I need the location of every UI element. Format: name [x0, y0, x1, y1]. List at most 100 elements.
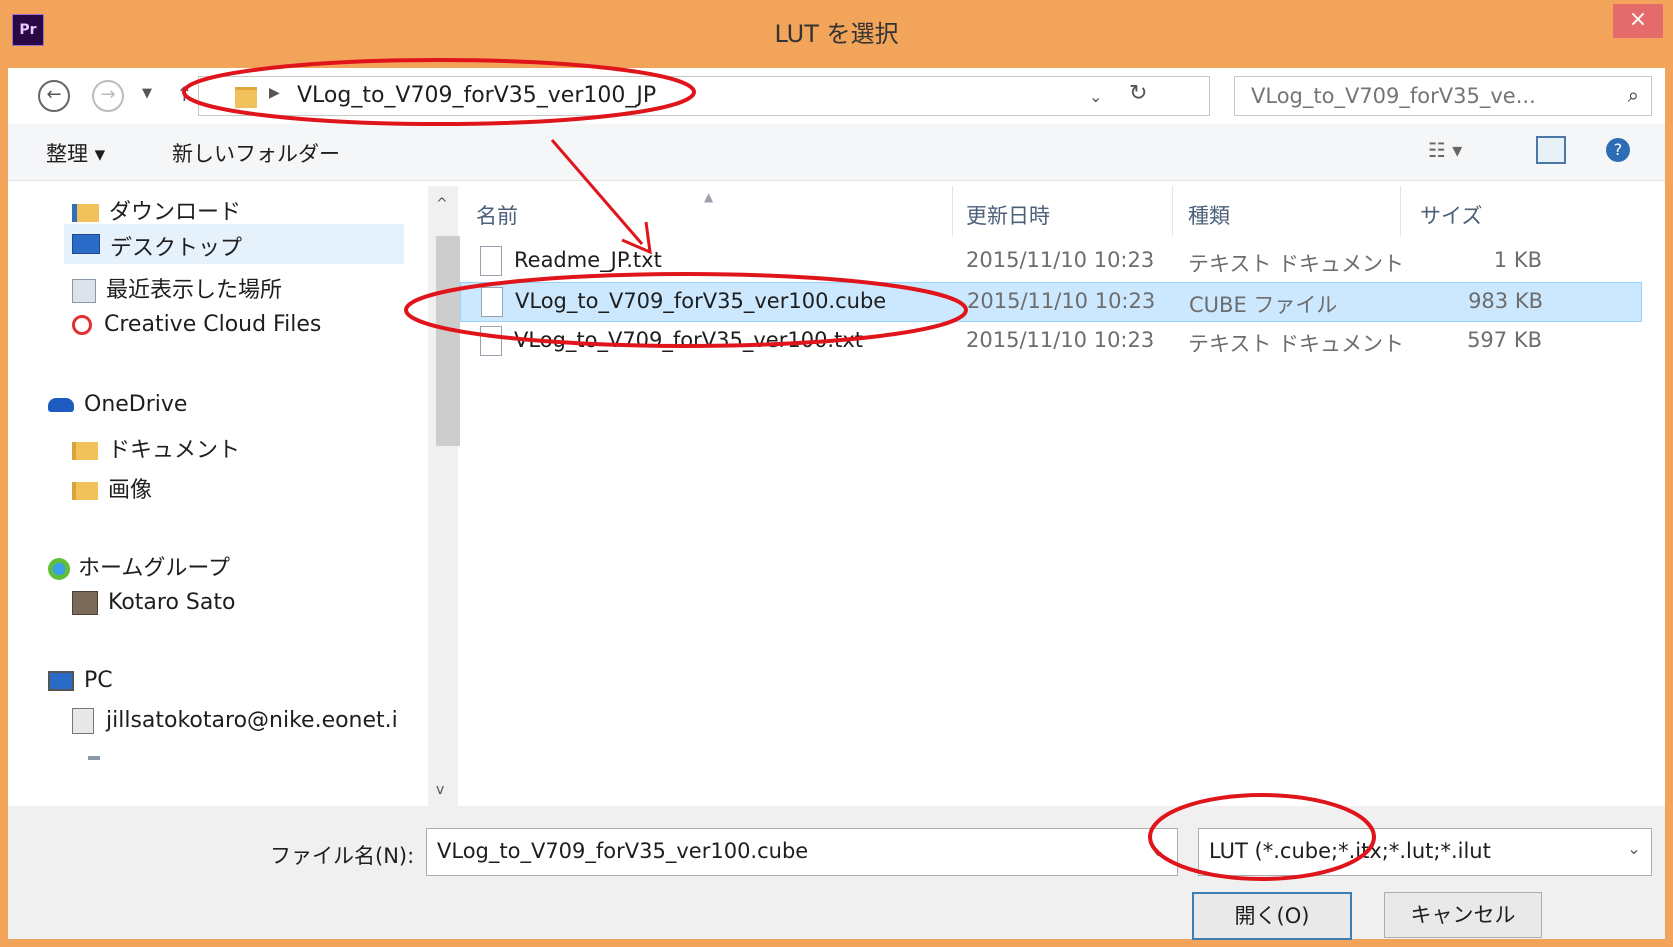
desktop-icon: [72, 234, 100, 254]
cancel-button[interactable]: キャンセル: [1384, 892, 1542, 938]
nav-item-documents[interactable]: ドキュメント: [72, 432, 240, 464]
search-box[interactable]: ⌕: [1234, 76, 1652, 116]
navigation-pane: ダウンロード デスクトップ 最近表示した場所 Creative Cloud Fi…: [8, 186, 456, 806]
column-divider[interactable]: [952, 186, 953, 236]
file-list: ▲ 名前 更新日時 種類 サイズ Readme_JP.txt 2015/11/1…: [460, 186, 1665, 806]
command-toolbar: 整理 ▾ 新しいフォルダー ☷ ▾ ?: [8, 124, 1665, 181]
address-row: ← → ▼ ↑ ▶ VLog_to_V709_forV35_ver100_JP …: [8, 68, 1665, 124]
file-date: 2015/11/10 10:23: [966, 248, 1155, 272]
file-date: 2015/11/10 10:23: [967, 289, 1156, 313]
scroll-up-icon[interactable]: ^: [436, 196, 448, 212]
back-icon[interactable]: ←: [38, 80, 70, 112]
close-button[interactable]: ×: [1613, 4, 1663, 38]
network-drive-icon: [72, 708, 94, 734]
nav-item-network-drive[interactable]: jillsatokotaro@nike.eonet.i: [72, 708, 398, 734]
computer-icon: [48, 671, 74, 691]
nav-scroll-thumb[interactable]: [436, 236, 462, 446]
chevron-down-icon[interactable]: ⌄: [1152, 841, 1165, 860]
folder-icon: [235, 87, 257, 108]
column-header-size[interactable]: サイズ: [1420, 200, 1482, 230]
title-bar[interactable]: Pr LUT を選択 ×: [0, 0, 1673, 68]
column-header-type[interactable]: 種類: [1188, 200, 1230, 230]
file-row[interactable]: Readme_JP.txt 2015/11/10 10:23 テキスト ドキュメ…: [460, 242, 1640, 280]
file-type: テキスト ドキュメント: [1188, 252, 1405, 276]
user-icon: [72, 591, 98, 615]
chevron-down-icon[interactable]: ⌄: [1617, 829, 1651, 875]
recent-locations-chevron-icon[interactable]: ▼: [142, 86, 152, 101]
nav-item-label: デスクトップ: [110, 236, 243, 261]
up-arrow-icon[interactable]: ↑: [176, 82, 193, 106]
dialog-window: Pr LUT を選択 × ← → ▼ ↑ ▶ VLog_to_V709_forV…: [0, 0, 1673, 947]
preview-pane-icon[interactable]: [1536, 136, 1566, 164]
forward-icon[interactable]: →: [92, 80, 124, 112]
file-date: 2015/11/10 10:23: [966, 328, 1155, 352]
nav-item-homegroup[interactable]: ホームグループ: [48, 550, 230, 582]
column-divider[interactable]: [1172, 186, 1173, 236]
search-icon[interactable]: ⌕: [1628, 83, 1639, 107]
folder-icon: [72, 442, 98, 460]
view-options-icon[interactable]: ☷ ▾: [1428, 138, 1462, 162]
file-row-selected[interactable]: VLog_to_V709_forV35_ver100.cube 2015/11/…: [460, 282, 1642, 322]
address-bar[interactable]: ▶ VLog_to_V709_forV35_ver100_JP ⌄ ↻: [198, 76, 1210, 116]
recent-places-icon: [72, 279, 96, 303]
file-type: CUBE ファイル: [1189, 293, 1338, 317]
text-file-icon: [480, 246, 502, 276]
nav-item-recent-places[interactable]: 最近表示した場所: [72, 272, 282, 304]
column-header-name[interactable]: 名前: [476, 200, 518, 230]
breadcrumb-arrow-icon[interactable]: ▶: [269, 85, 280, 101]
file-name: VLog_to_V709_forV35_ver100.txt: [514, 328, 864, 352]
file-name: VLog_to_V709_forV35_ver100.cube: [515, 289, 887, 313]
file-size: 1 KB: [1493, 248, 1542, 272]
file-icon: [481, 287, 503, 317]
nav-item-label: 最近表示した場所: [106, 278, 283, 303]
bottom-panel: ファイル名(N): VLog_to_V709_forV35_ver100.cub…: [8, 806, 1665, 940]
filename-input[interactable]: VLog_to_V709_forV35_ver100.cube ⌄: [426, 828, 1178, 876]
nav-item-creative-cloud[interactable]: Creative Cloud Files: [72, 312, 321, 337]
file-size: 983 KB: [1468, 289, 1543, 313]
text-file-icon: [480, 326, 502, 356]
nav-item-label: jillsatokotaro@nike.eonet.i: [106, 708, 398, 733]
organize-menu[interactable]: 整理 ▾: [46, 138, 105, 168]
nav-item-pictures[interactable]: 画像: [72, 472, 152, 504]
scroll-down-icon[interactable]: v: [436, 782, 444, 798]
creative-cloud-icon: [72, 315, 92, 335]
folder-icon: [72, 482, 98, 500]
file-row[interactable]: VLog_to_V709_forV35_ver100.txt 2015/11/1…: [460, 322, 1640, 360]
nav-scrollbar[interactable]: ^ v: [428, 186, 462, 806]
column-divider[interactable]: [1400, 186, 1401, 236]
file-size: 597 KB: [1467, 328, 1542, 352]
help-icon[interactable]: ?: [1606, 138, 1630, 162]
open-button[interactable]: 開く(O): [1192, 892, 1352, 940]
download-folder-icon: [72, 204, 99, 222]
nav-item-label: Creative Cloud Files: [104, 312, 322, 337]
nav-item-label: Kotaro Sato: [108, 590, 236, 615]
file-type: テキスト ドキュメント: [1188, 332, 1405, 356]
filter-value: LUT (*.cube;*.itx;*.lut;*.ilut: [1209, 839, 1491, 863]
file-type-filter[interactable]: LUT (*.cube;*.itx;*.lut;*.ilut ⌄: [1198, 828, 1652, 876]
filename-label: ファイル名(N):: [270, 844, 415, 868]
cloud-icon: [48, 398, 74, 412]
breadcrumb-folder[interactable]: VLog_to_V709_forV35_ver100_JP: [297, 83, 656, 108]
nav-item-desktop[interactable]: デスクトップ: [64, 224, 404, 264]
search-input[interactable]: [1249, 83, 1593, 109]
homegroup-icon: [48, 558, 70, 580]
filename-value: VLog_to_V709_forV35_ver100.cube: [437, 839, 809, 863]
nav-item-label: ダウンロード: [109, 200, 242, 225]
nav-item-label: PC: [84, 668, 113, 693]
column-header-date[interactable]: 更新日時: [966, 200, 1050, 230]
nav-item-partial: [88, 756, 100, 760]
nav-item-onedrive[interactable]: OneDrive: [48, 392, 187, 417]
dialog-title: LUT を選択: [774, 20, 899, 48]
dialog-client-area: ← → ▼ ↑ ▶ VLog_to_V709_forV35_ver100_JP …: [8, 68, 1665, 940]
nav-item-pc[interactable]: PC: [48, 668, 113, 693]
sort-indicator-icon: ▲: [704, 190, 714, 204]
nav-item-label: ドキュメント: [108, 438, 241, 463]
nav-item-downloads[interactable]: ダウンロード: [72, 194, 241, 226]
nav-item-user[interactable]: Kotaro Sato: [72, 590, 235, 615]
file-name: Readme_JP.txt: [514, 248, 662, 272]
nav-item-label: 画像: [108, 478, 153, 503]
nav-item-label: ホームグループ: [78, 556, 231, 581]
address-dropdown-icon[interactable]: ⌄: [1089, 87, 1102, 106]
new-folder-button[interactable]: 新しいフォルダー: [172, 138, 340, 168]
refresh-icon[interactable]: ↻: [1129, 81, 1147, 106]
